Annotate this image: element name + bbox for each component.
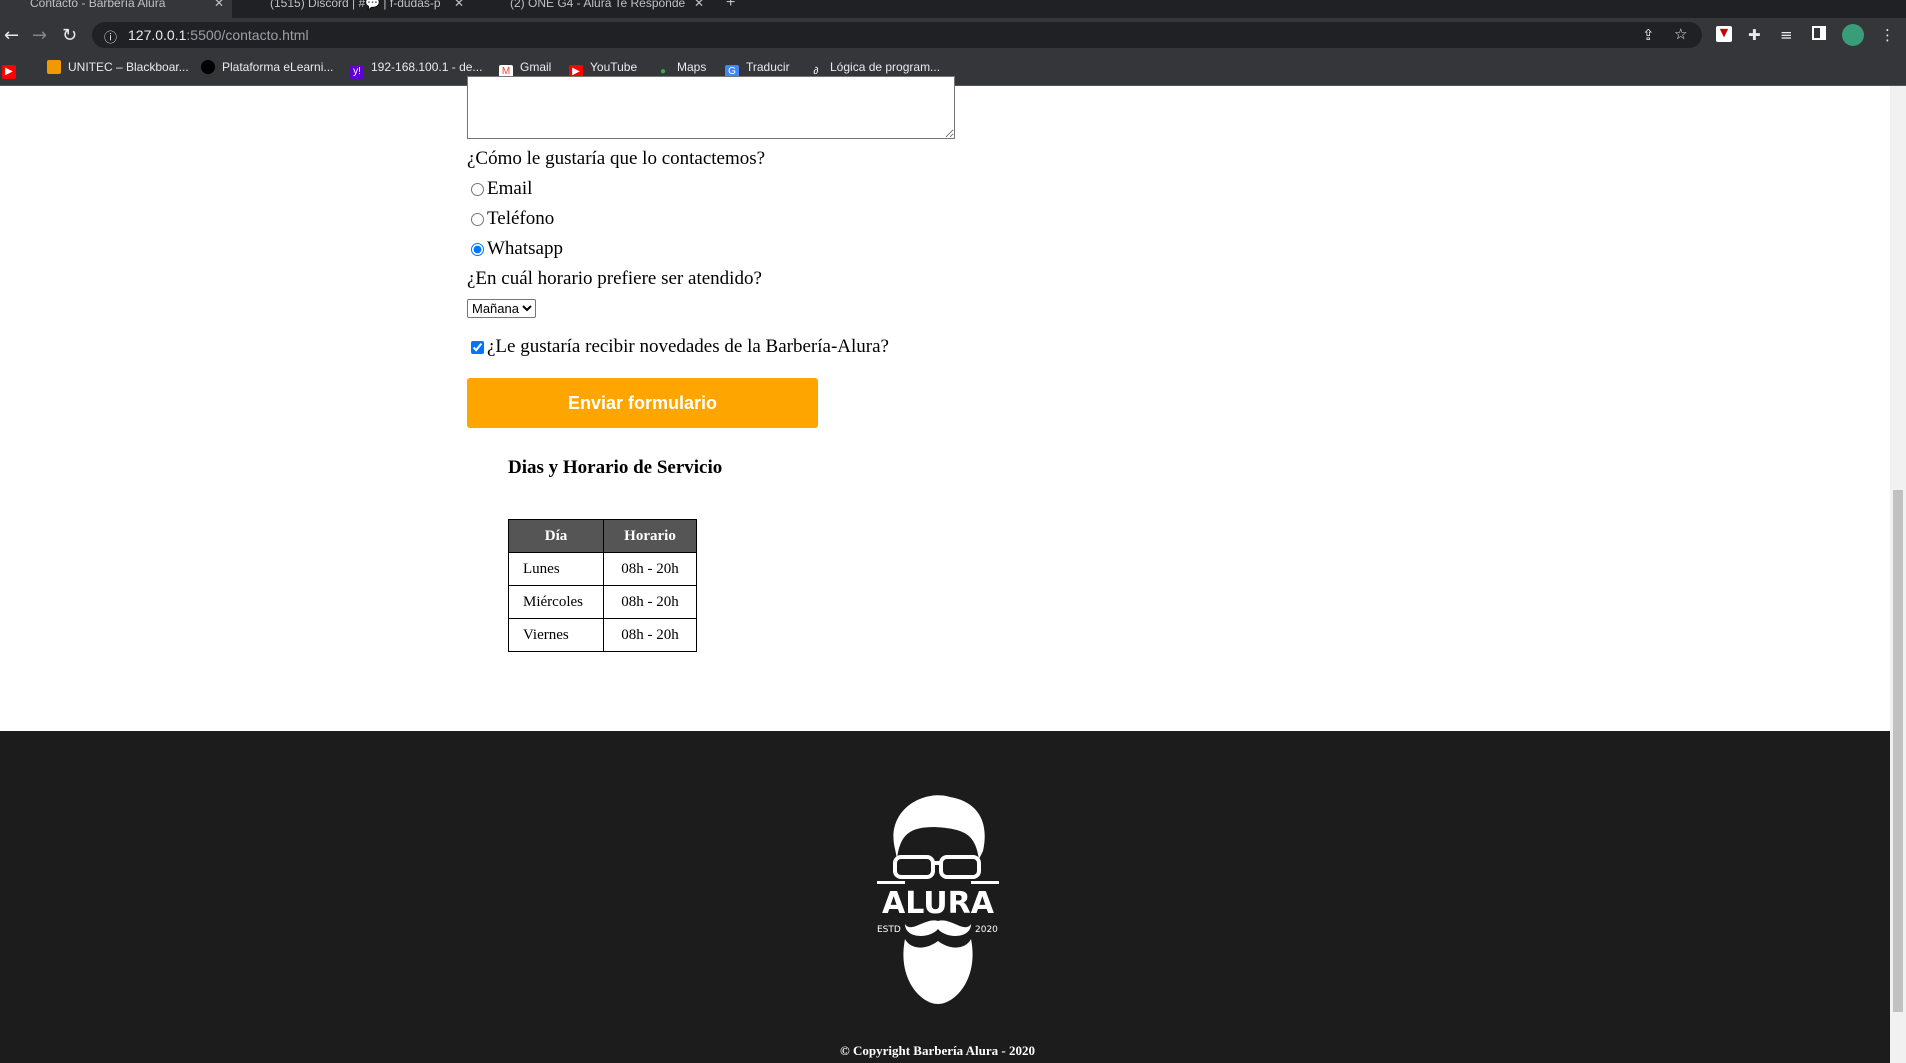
tab-strip: Contacto - Barbería Alura ✕ (1515) Discor… [0,0,1906,18]
side-panel-icon[interactable] [1812,26,1826,40]
info-icon[interactable]: ⓘ [104,27,117,46]
svg-text:2020: 2020 [975,925,998,935]
close-tab-icon[interactable]: ✕ [694,0,704,9]
menu-icon[interactable]: ⋮ [1880,26,1895,44]
bookmark-router[interactable]: y! 192-168.100.1 - de... [350,60,482,79]
bookmark-star-icon[interactable]: ☆ [1674,25,1687,43]
alura-logo: ALURA ESTD 2020 [877,795,999,1004]
schedule-title: Dias y Horario de Servicio [508,457,723,478]
mcafee-extension-icon[interactable]: ▼ [1716,26,1732,42]
logo-text: ALURA [882,886,995,921]
schedule-table: Día Horario Lunes 08h - 20h Miércoles 08h -… [508,519,697,652]
tab-discord[interactable]: (1515) Discord | #💬 | f-dudas-p ✕ [240,0,472,18]
contact-question: ¿Cómo le gustaría que lo contactemos? [467,148,766,169]
radio-email[interactable]: Email [471,178,532,200]
close-tab-icon[interactable]: ✕ [214,0,224,9]
radio-telefono[interactable]: Teléfono [471,208,554,230]
extensions-icon[interactable]: ✚ [1748,26,1761,44]
tab-contacto[interactable]: Contacto - Barbería Alura ✕ [0,0,232,18]
new-tab-button[interactable]: + [718,0,758,18]
bookmark-unitec[interactable]: UNITEC – Blackboar... [47,60,189,74]
reload-icon[interactable]: ↻ [62,25,77,46]
tab-alura[interactable]: (2) ONE G4 - Alura Te Responde ✕ [480,0,712,18]
yahoo-icon: y! [350,65,364,79]
radio-whatsapp[interactable]: Whatsapp [471,238,563,260]
table-header-row: Día Horario [508,519,697,553]
table-row: Viernes 08h - 20h [508,618,697,652]
table-row: Miércoles 08h - 20h [508,585,697,619]
youtube-icon[interactable]: ▶ [2,65,16,79]
scrollbar-thumb[interactable] [1893,490,1903,1012]
bookmark-elearning[interactable]: Plataforma eLearni... [201,60,333,74]
message-textarea[interactable] [467,76,955,139]
address-bar[interactable]: ⓘ 127.0.0.1:5500/contacto.html ⇪ ☆ [92,22,1702,48]
footer: ALURA ESTD 2020 © Copyright Barbería Alu… [0,731,1890,1063]
newsletter-checkbox[interactable]: ¿Le gustaría recibir novedades de la Bar… [471,336,889,358]
page-content: ¿Cómo le gustaría que lo contactemos? Em… [0,76,1890,1063]
svg-text:ESTD: ESTD [877,925,901,935]
bookmark-icon [47,60,61,74]
profile-avatar[interactable] [1842,24,1864,46]
forward-icon[interactable]: → [32,25,47,46]
copyright: © Copyright Barbería Alura - 2020 [840,1043,1035,1058]
media-control-icon[interactable]: ≡ [1780,26,1793,44]
bookmark-icon [201,60,215,74]
share-icon[interactable]: ⇪ [1642,26,1655,44]
back-icon[interactable]: ← [4,25,19,46]
schedule-question: ¿En cuál horario prefiere ser atendido? [467,268,762,289]
submit-button[interactable]: Enviar formulario [467,378,818,428]
browser-toolbar: ← → ↻ ⓘ 127.0.0.1:5500/contacto.html ⇪ ☆… [0,18,1906,52]
vertical-scrollbar[interactable] [1890,86,1906,1063]
table-row: Lunes 08h - 20h [508,552,697,586]
schedule-select[interactable]: Mañana [467,299,536,318]
close-tab-icon[interactable]: ✕ [454,0,464,9]
